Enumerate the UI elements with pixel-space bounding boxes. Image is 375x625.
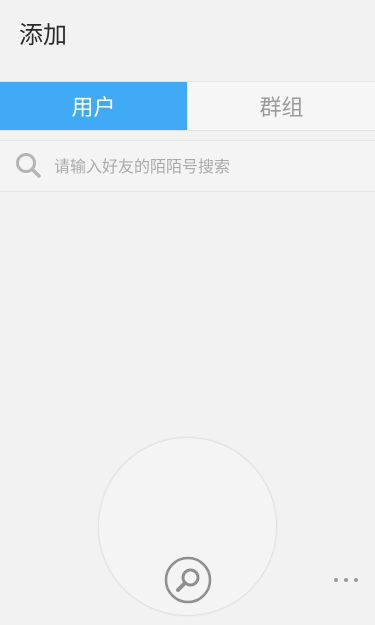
add-screen: 添加 用户 群组 bbox=[0, 0, 375, 625]
search-input[interactable] bbox=[54, 146, 375, 186]
dot bbox=[344, 578, 348, 582]
tab-groups[interactable]: 群组 bbox=[187, 82, 375, 130]
more-dots-icon[interactable] bbox=[334, 573, 358, 587]
magnifier-icon[interactable] bbox=[163, 555, 213, 605]
tab-users[interactable]: 用户 bbox=[0, 82, 187, 130]
tab-bar: 用户 群组 bbox=[0, 81, 375, 131]
page-title: 添加 bbox=[19, 21, 67, 49]
dot bbox=[334, 578, 338, 582]
search-bar bbox=[0, 140, 375, 192]
header: 添加 bbox=[0, 0, 375, 68]
dot bbox=[354, 578, 358, 582]
search-icon bbox=[16, 153, 41, 178]
